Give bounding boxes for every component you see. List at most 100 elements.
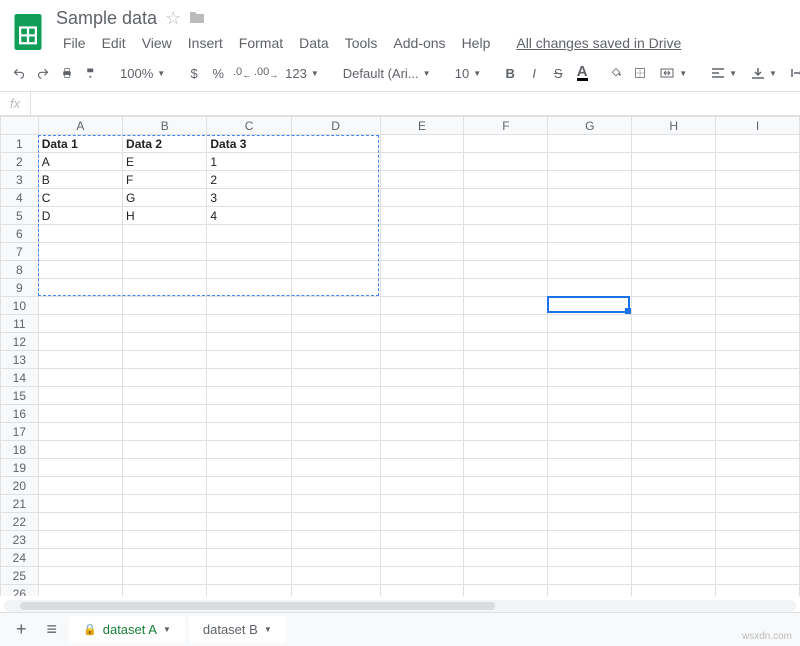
cell[interactable] xyxy=(632,189,716,207)
menu-file[interactable]: File xyxy=(56,31,93,55)
row-header[interactable]: 15 xyxy=(1,387,39,405)
cell[interactable] xyxy=(380,387,464,405)
cell[interactable] xyxy=(548,135,632,153)
cell[interactable] xyxy=(291,297,380,315)
cell[interactable] xyxy=(632,549,716,567)
cell[interactable] xyxy=(716,351,800,369)
cell[interactable] xyxy=(380,567,464,585)
cell[interactable] xyxy=(632,531,716,549)
percent-button[interactable]: % xyxy=(207,61,229,85)
cell[interactable] xyxy=(207,531,291,549)
cell[interactable] xyxy=(123,441,207,459)
cell[interactable] xyxy=(291,333,380,351)
cell[interactable] xyxy=(716,567,800,585)
cell[interactable] xyxy=(38,495,122,513)
cell[interactable] xyxy=(380,225,464,243)
cell[interactable] xyxy=(632,315,716,333)
cell[interactable]: C xyxy=(38,189,122,207)
column-header[interactable]: E xyxy=(380,117,464,135)
cell[interactable] xyxy=(716,387,800,405)
cell[interactable] xyxy=(548,189,632,207)
row-header[interactable]: 13 xyxy=(1,351,39,369)
horizontal-scrollbar[interactable] xyxy=(4,600,796,612)
sheet-tab-inactive[interactable]: dataset B ▼ xyxy=(189,616,286,643)
cell[interactable] xyxy=(632,171,716,189)
cell[interactable] xyxy=(380,495,464,513)
merge-button[interactable]: ▼ xyxy=(653,61,693,85)
cell[interactable] xyxy=(291,207,380,225)
cell[interactable] xyxy=(716,531,800,549)
cell[interactable] xyxy=(38,297,122,315)
cell[interactable] xyxy=(38,441,122,459)
cell[interactable] xyxy=(464,153,548,171)
cell[interactable] xyxy=(632,477,716,495)
cell[interactable] xyxy=(464,225,548,243)
cell[interactable] xyxy=(207,567,291,585)
cell[interactable] xyxy=(380,459,464,477)
add-sheet-button[interactable]: + xyxy=(8,613,35,646)
folder-icon[interactable] xyxy=(189,8,205,29)
cell[interactable] xyxy=(716,279,800,297)
row-header[interactable]: 9 xyxy=(1,279,39,297)
cell[interactable] xyxy=(716,135,800,153)
cell[interactable] xyxy=(380,279,464,297)
cell[interactable] xyxy=(38,459,122,477)
cell[interactable] xyxy=(207,315,291,333)
font-size-dropdown[interactable]: 10▼ xyxy=(449,62,487,85)
column-header[interactable]: G xyxy=(548,117,632,135)
cell[interactable] xyxy=(464,387,548,405)
cell[interactable] xyxy=(291,315,380,333)
cell[interactable] xyxy=(632,261,716,279)
cell[interactable] xyxy=(632,369,716,387)
row-header[interactable]: 23 xyxy=(1,531,39,549)
cell[interactable] xyxy=(464,279,548,297)
cell[interactable] xyxy=(716,153,800,171)
cell[interactable] xyxy=(207,495,291,513)
cell[interactable] xyxy=(380,171,464,189)
cell[interactable] xyxy=(123,261,207,279)
row-header[interactable]: 4 xyxy=(1,189,39,207)
cell[interactable] xyxy=(207,279,291,297)
font-dropdown[interactable]: Default (Ari...▼ xyxy=(337,62,437,85)
column-header[interactable]: F xyxy=(464,117,548,135)
cell[interactable] xyxy=(291,171,380,189)
cell[interactable] xyxy=(207,351,291,369)
cell[interactable] xyxy=(716,189,800,207)
cell[interactable] xyxy=(548,243,632,261)
sheets-logo[interactable] xyxy=(8,12,48,52)
cell[interactable] xyxy=(716,585,800,597)
cell[interactable] xyxy=(632,585,716,597)
cell[interactable] xyxy=(207,423,291,441)
undo-button[interactable] xyxy=(8,61,30,85)
cell[interactable] xyxy=(632,441,716,459)
cell[interactable] xyxy=(291,405,380,423)
cell[interactable] xyxy=(38,387,122,405)
cell[interactable] xyxy=(207,549,291,567)
cell[interactable] xyxy=(464,135,548,153)
cell[interactable] xyxy=(123,549,207,567)
cell[interactable] xyxy=(632,495,716,513)
cell[interactable] xyxy=(291,135,380,153)
menu-edit[interactable]: Edit xyxy=(95,31,133,55)
cell[interactable] xyxy=(38,477,122,495)
cell[interactable] xyxy=(464,171,548,189)
cell[interactable] xyxy=(632,135,716,153)
cell[interactable] xyxy=(464,189,548,207)
cell[interactable] xyxy=(464,369,548,387)
cell[interactable] xyxy=(207,513,291,531)
cell[interactable] xyxy=(548,387,632,405)
cell[interactable] xyxy=(716,369,800,387)
strike-button[interactable]: S xyxy=(547,61,569,85)
cell[interactable] xyxy=(464,567,548,585)
row-header[interactable]: 14 xyxy=(1,369,39,387)
star-icon[interactable]: ☆ xyxy=(165,8,181,29)
spreadsheet-grid[interactable]: ABCDEFGHI1Data 1Data 2Data 32AE13BF24CG3… xyxy=(0,116,800,596)
cell[interactable] xyxy=(380,261,464,279)
cell[interactable] xyxy=(716,315,800,333)
currency-button[interactable]: $ xyxy=(183,61,205,85)
cell[interactable] xyxy=(548,441,632,459)
cell[interactable] xyxy=(291,225,380,243)
cell[interactable] xyxy=(632,243,716,261)
cell[interactable] xyxy=(632,207,716,225)
cell[interactable] xyxy=(291,423,380,441)
